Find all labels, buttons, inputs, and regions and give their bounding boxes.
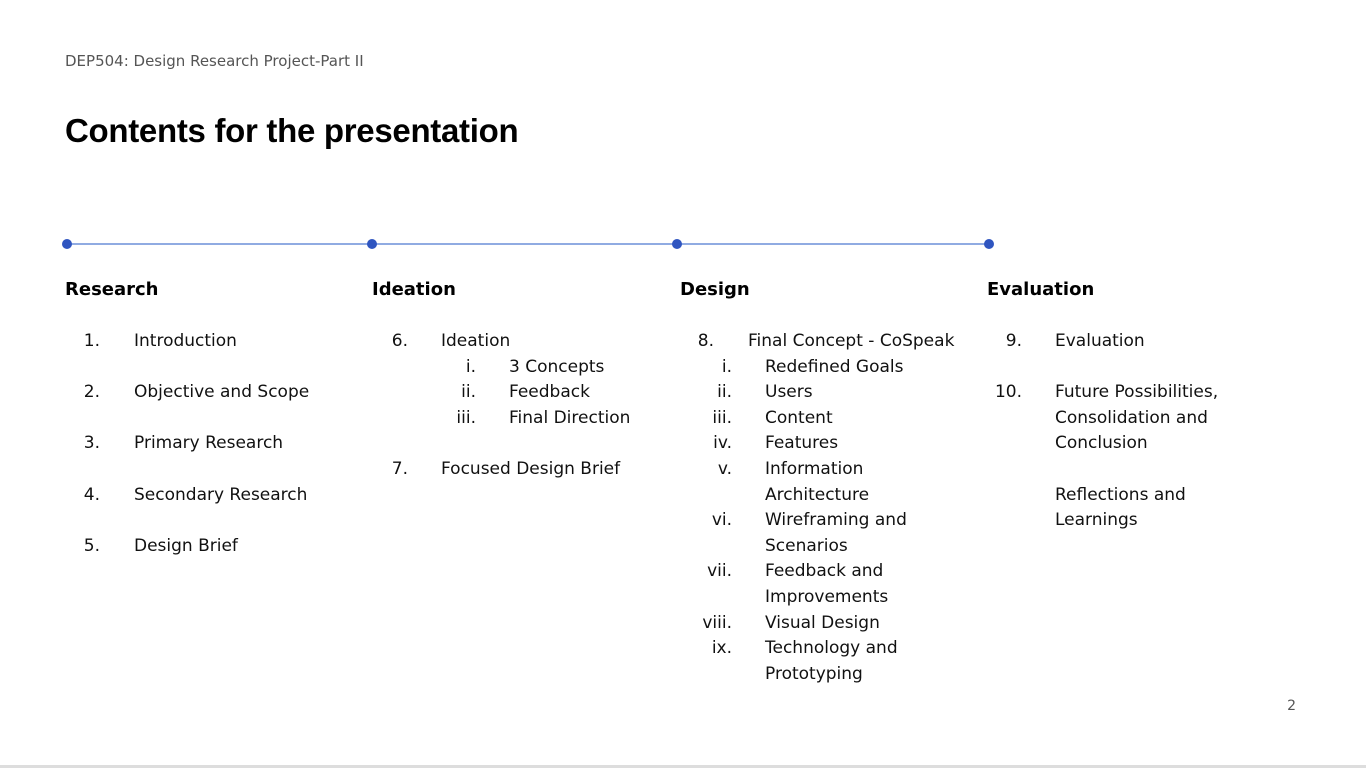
list-number: 2. bbox=[83, 382, 100, 402]
list-item: Focused Design Brief bbox=[441, 459, 621, 479]
list-item: Reflections and bbox=[1055, 485, 1186, 505]
heading-research: Research bbox=[65, 279, 159, 300]
heading-ideation: Ideation bbox=[372, 279, 456, 300]
sublist-item-continued: Architecture bbox=[765, 485, 870, 505]
sublist-number: vi. bbox=[711, 510, 732, 530]
sublist-item: 3 Concepts bbox=[509, 357, 605, 377]
list-item: Ideation bbox=[441, 331, 511, 351]
course-header: DEP504: Design Research Project-Part II bbox=[65, 52, 364, 70]
list-item: Primary Research bbox=[134, 433, 284, 453]
timeline-dot-ideation bbox=[367, 239, 377, 249]
slide: DEP504: Design Research Project-Part II … bbox=[0, 0, 1366, 768]
sublist-item: Redefined Goals bbox=[765, 357, 904, 377]
list-number: 8. bbox=[697, 331, 714, 351]
sublist-number: ii. bbox=[717, 382, 732, 402]
sublist-item-continued: Improvements bbox=[765, 587, 889, 607]
timeline-dot-research bbox=[62, 239, 72, 249]
list-item: Future Possibilities, bbox=[1055, 382, 1219, 402]
sublist-item: Feedback and bbox=[765, 561, 884, 581]
sublist-item: Wireframing and bbox=[765, 510, 907, 530]
sublist-number: iii. bbox=[456, 408, 476, 428]
sublist-item: Users bbox=[765, 382, 813, 402]
sublist-number: i. bbox=[465, 357, 476, 377]
list-number: 10. bbox=[994, 382, 1022, 402]
list-number: 7. bbox=[391, 459, 408, 479]
page-number: 2 bbox=[1287, 698, 1296, 714]
list-item-continued: Consolidation and bbox=[1055, 408, 1208, 428]
sublist-number: ii. bbox=[461, 382, 476, 402]
sublist-item: Visual Design bbox=[765, 613, 880, 633]
sublist-item: Information bbox=[765, 459, 864, 479]
sublist-number: iii. bbox=[712, 408, 732, 428]
list-number: 6. bbox=[391, 331, 408, 351]
slide-title: Contents for the presentation bbox=[65, 112, 519, 149]
list-number: 1. bbox=[83, 331, 100, 351]
list-number: 5. bbox=[83, 536, 100, 556]
timeline-dot-design bbox=[672, 239, 682, 249]
heading-design: Design bbox=[680, 279, 750, 300]
list-number: 4. bbox=[83, 485, 100, 505]
sublist-number: i. bbox=[721, 357, 732, 377]
sublist-item: Content bbox=[765, 408, 833, 428]
sublist-number: iv. bbox=[713, 433, 732, 453]
list-item: Introduction bbox=[134, 331, 237, 351]
heading-evaluation: Evaluation bbox=[987, 279, 1095, 300]
sublist-item: Final Direction bbox=[509, 408, 631, 428]
sublist-number: vii. bbox=[707, 561, 732, 581]
sublist-item: Feedback bbox=[509, 382, 590, 402]
list-item: Objective and Scope bbox=[134, 382, 310, 402]
list-item: Evaluation bbox=[1055, 331, 1145, 351]
list-item: Secondary Research bbox=[134, 485, 308, 505]
sublist-number: ix. bbox=[711, 638, 732, 658]
sublist-number: v. bbox=[717, 459, 732, 479]
timeline-dot-evaluation bbox=[984, 239, 994, 249]
sublist-item: Technology and bbox=[765, 638, 898, 658]
list-number: 3. bbox=[83, 433, 100, 453]
sublist-item: Features bbox=[765, 433, 839, 453]
list-item-continued: Conclusion bbox=[1055, 433, 1148, 453]
list-number: 9. bbox=[1005, 331, 1022, 351]
list-item: Design Brief bbox=[134, 536, 238, 556]
sublist-number: viii. bbox=[702, 613, 732, 633]
list-item: Final Concept - CoSpeak bbox=[748, 331, 955, 351]
sublist-item-continued: Scenarios bbox=[765, 536, 848, 556]
sublist-item-continued: Prototyping bbox=[765, 664, 863, 684]
list-item-continued: Learnings bbox=[1055, 510, 1138, 530]
